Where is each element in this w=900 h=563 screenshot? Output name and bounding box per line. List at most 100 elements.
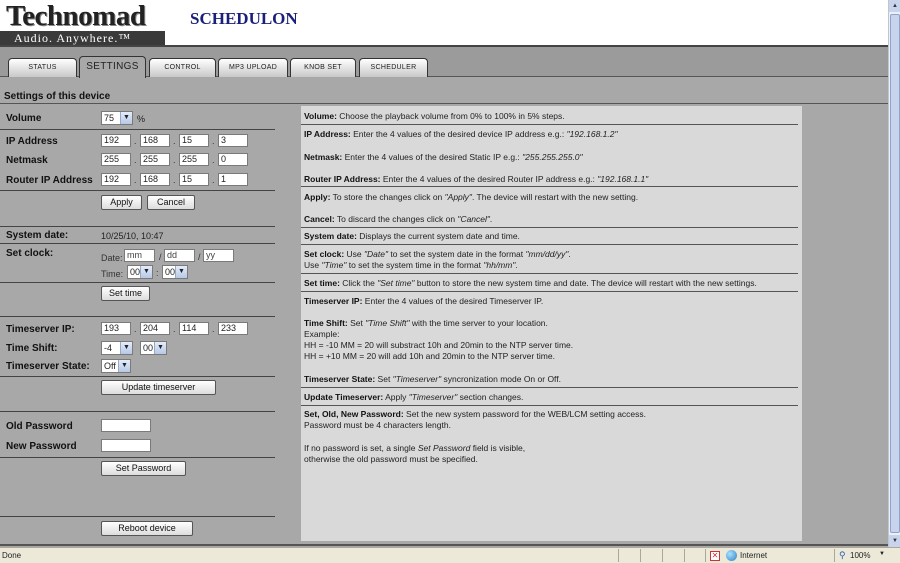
help-cancel: Cancel: To discard the changes click on … [304, 214, 493, 224]
help-password-note: If no password is set, a single Set Pass… [304, 443, 526, 453]
tab-scheduler[interactable]: SCHEDULER [359, 58, 428, 77]
help-router: Router IP Address: Enter the 4 values of… [304, 174, 649, 184]
divider [0, 544, 888, 546]
divider [0, 282, 275, 283]
netmask-octet-2-input[interactable]: 255 [140, 153, 170, 166]
tab-mp3-upload[interactable]: MP3 UPLOAD [218, 58, 288, 77]
volume-label: Volume [6, 113, 42, 124]
ip-octet-4-input[interactable]: 3 [218, 134, 248, 147]
volume-select[interactable]: 75 ▼ [101, 111, 133, 125]
system-date-value: 10/25/10, 10:47 [101, 231, 164, 241]
divider [0, 411, 275, 412]
chevron-down-icon: ▼ [120, 112, 132, 124]
time-label: Time: [101, 269, 124, 279]
scroll-thumb[interactable] [890, 14, 900, 533]
chevron-down-icon[interactable]: ▼ [879, 551, 885, 557]
help-volume: Volume: Choose the playback volume from … [304, 111, 565, 121]
date-month-input[interactable]: mm [124, 249, 155, 262]
app-title: SCHEDULON [190, 9, 298, 28]
reboot-device-button[interactable]: Reboot device [101, 521, 193, 536]
new-password-input[interactable] [101, 439, 151, 452]
status-text: Done [2, 551, 22, 560]
netmask-octet-4-input[interactable]: 0 [218, 153, 248, 166]
volume-unit: % [137, 114, 146, 124]
set-password-button[interactable]: Set Password [101, 461, 186, 476]
time-shift-hours-select[interactable]: -4 ▼ [101, 341, 133, 355]
zoom-level[interactable]: 100% [850, 551, 870, 560]
netmask-octet-3-input[interactable]: 255 [179, 153, 209, 166]
tagline: Audio. Anywhere.™ [0, 31, 165, 45]
time-shift-minutes-select[interactable]: 00 ▼ [140, 341, 167, 355]
router-octet-2-input[interactable]: 168 [140, 173, 170, 186]
help-password: Set, Old, New Password: Set the new syst… [304, 409, 647, 419]
help-ip-address: IP Address: Enter the 4 values of the de… [304, 129, 618, 139]
scroll-up-icon[interactable]: ▲ [889, 0, 900, 12]
router-octet-1-input[interactable]: 192 [101, 173, 131, 186]
divider [0, 129, 275, 130]
old-password-input[interactable] [101, 419, 151, 432]
security-warning-icon: ✕ [710, 551, 720, 561]
ip-octet-3-input[interactable]: 15 [179, 134, 209, 147]
help-time-shift-example-1: HH = -10 MM = 20 will substract 10h and … [304, 340, 574, 350]
netmask-octet-1-input[interactable]: 255 [101, 153, 131, 166]
vertical-scrollbar[interactable]: ▲ ▼ [888, 0, 900, 547]
divider [0, 190, 275, 191]
timeserver-state-select[interactable]: Off ▼ [101, 359, 131, 373]
tab-knob-set[interactable]: KNOB SET [290, 58, 356, 77]
time-minute-select[interactable]: 00 ▼ [162, 265, 188, 279]
help-timeserver-ip: Timeserver IP: Enter the 4 values of the… [304, 296, 544, 306]
logo: Technomad [6, 0, 146, 32]
set-time-button[interactable]: Set time [101, 286, 150, 301]
tab-status[interactable]: STATUS [8, 58, 77, 77]
timeserver-ip-label: Timeserver IP: [6, 324, 75, 335]
update-timeserver-button[interactable]: Update timeserver [101, 380, 216, 395]
divider [0, 376, 275, 377]
help-set-clock: Set clock: Use "Date" to set the system … [304, 249, 571, 259]
netmask-label: Netmask [6, 155, 48, 166]
zone-text: Internet [740, 551, 768, 560]
ip-octet-2-input[interactable]: 168 [140, 134, 170, 147]
help-set-time: Set time: Click the "Set time" button to… [304, 278, 757, 288]
date-day-input[interactable]: dd [164, 249, 195, 262]
set-clock-label: Set clock: [6, 248, 54, 259]
divider [0, 226, 275, 227]
help-password-note-2: otherwise the old password must be speci… [304, 454, 478, 464]
tab-bar: STATUS SETTINGS CONTROL MP3 UPLOAD KNOB … [0, 47, 888, 78]
time-hour-select[interactable]: 00 ▼ [127, 265, 153, 279]
tab-control[interactable]: CONTROL [149, 58, 216, 77]
cancel-button[interactable]: Cancel [147, 195, 195, 210]
help-panel: Volume: Choose the playback volume from … [301, 106, 802, 541]
chevron-down-icon: ▼ [120, 342, 132, 354]
date-label: Date: [101, 253, 123, 263]
divider [0, 516, 275, 517]
chevron-down-icon: ▼ [175, 266, 187, 278]
divider [0, 457, 275, 458]
help-timeserver-state: Timeserver State: Set "Timeserver" syncr… [304, 374, 561, 384]
help-netmask: Netmask: Enter the 4 values of the desir… [304, 152, 583, 162]
chevron-down-icon: ▼ [140, 266, 152, 278]
internet-zone-icon [726, 550, 737, 561]
tab-settings[interactable]: SETTINGS [79, 56, 146, 78]
ip-octet-1-input[interactable]: 192 [101, 134, 131, 147]
status-bar: Done ✕ Internet ⚲ 100% ▼ [0, 547, 900, 563]
timeserver-octet-2-input[interactable]: 204 [140, 322, 170, 335]
scroll-down-icon[interactable]: ▼ [889, 535, 900, 547]
date-year-input[interactable]: yy [203, 249, 234, 262]
apply-button[interactable]: Apply [101, 195, 142, 210]
timeserver-state-label: Timeserver State: [6, 361, 90, 372]
help-set-clock-time: Use "Time" to set the system time in the… [304, 260, 518, 270]
timeserver-octet-3-input[interactable]: 114 [179, 322, 209, 335]
time-shift-label: Time Shift: [6, 343, 58, 354]
timeserver-octet-1-input[interactable]: 193 [101, 322, 131, 335]
system-date-label: System date: [6, 230, 69, 241]
new-password-label: New Password [6, 441, 77, 452]
timeserver-octet-4-input[interactable]: 233 [218, 322, 248, 335]
chevron-down-icon: ▼ [154, 342, 166, 354]
router-octet-4-input[interactable]: 1 [218, 173, 248, 186]
ip-address-label: IP Address [6, 136, 58, 147]
router-octet-3-input[interactable]: 15 [179, 173, 209, 186]
zoom-icon[interactable]: ⚲ [839, 550, 846, 561]
divider [0, 103, 888, 104]
help-time-shift-example-label: Example: [304, 329, 340, 339]
help-password-length: Password must be 4 characters length. [304, 420, 451, 430]
